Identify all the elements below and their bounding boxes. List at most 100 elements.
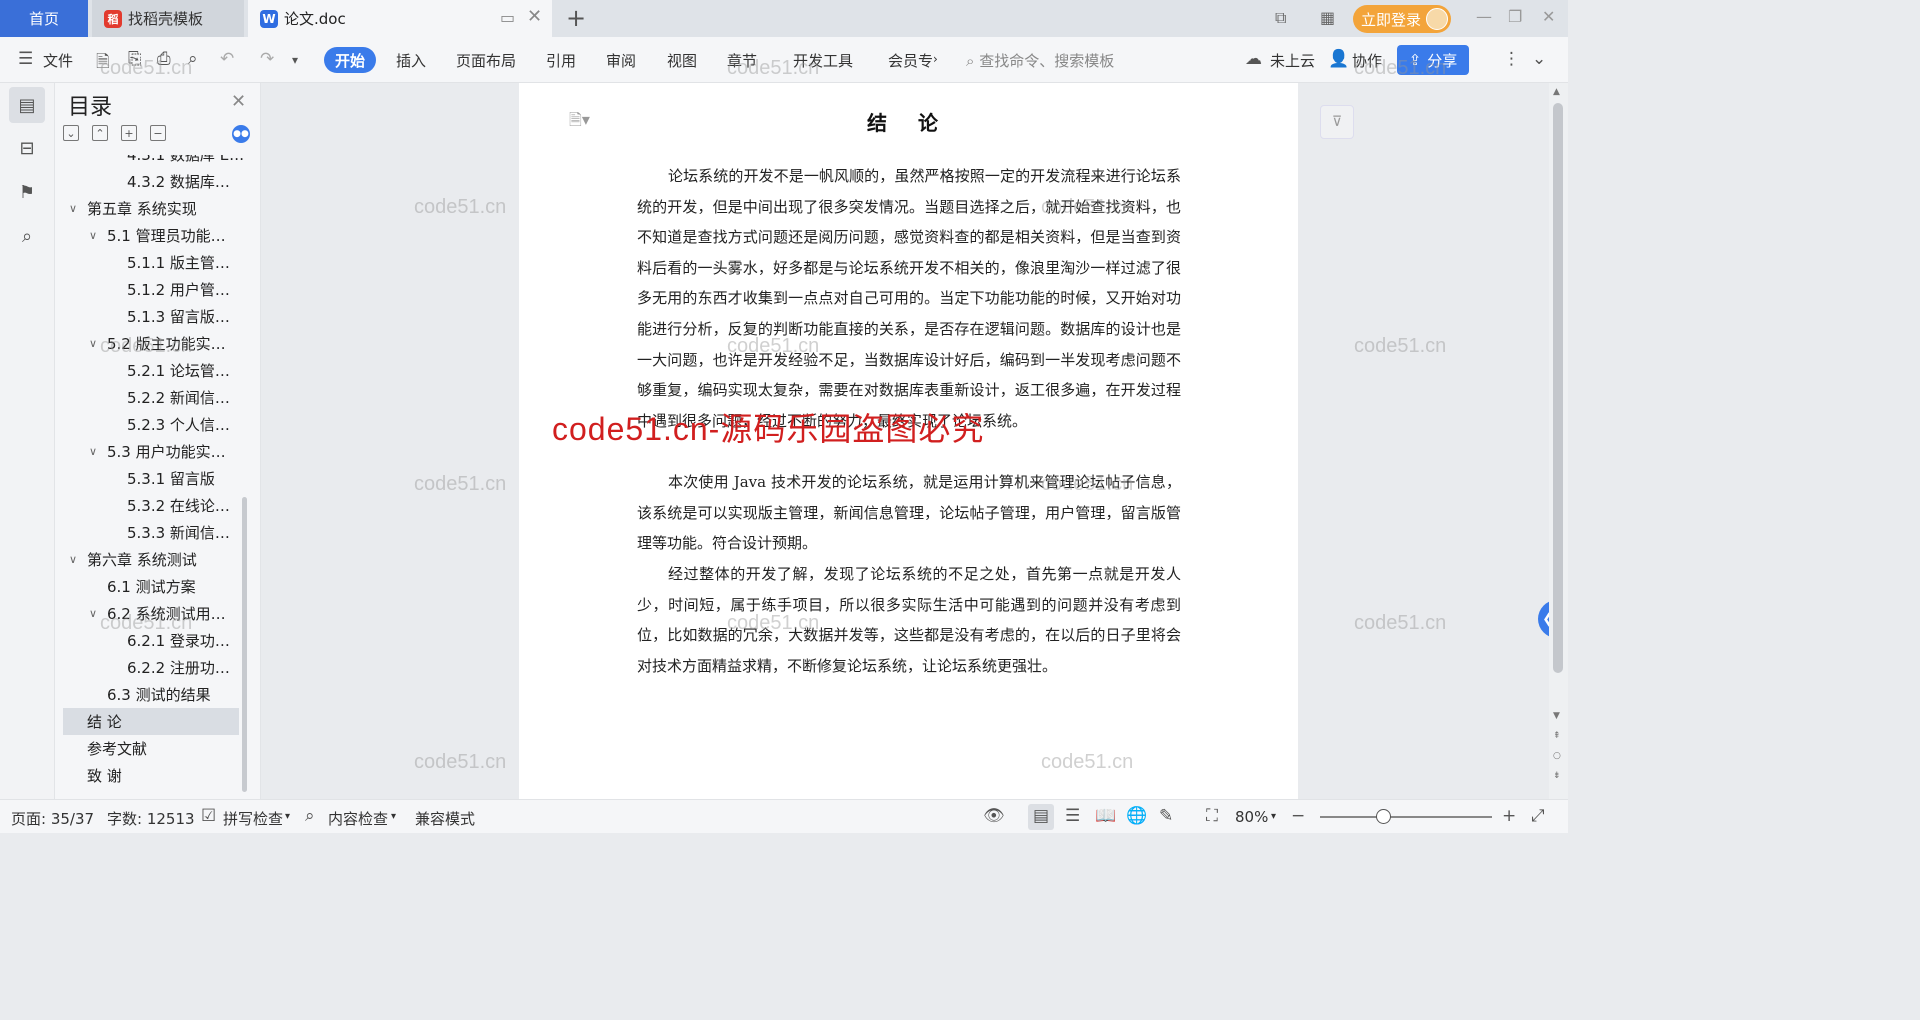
remove-heading-icon[interactable]: −	[150, 125, 166, 141]
toc-item[interactable]: 结 论	[63, 708, 239, 735]
scroll-up-icon[interactable]: ▲	[1553, 87, 1560, 97]
spell-check-button[interactable]: 拼写检查	[223, 808, 283, 829]
zoom-out-icon[interactable]: −	[1291, 806, 1305, 826]
write-mode-icon[interactable]: ✎	[1159, 806, 1173, 826]
page-locate-icon[interactable]: ○	[1553, 751, 1561, 761]
toc-item[interactable]: 5.2.3 个人信…	[55, 411, 230, 438]
toc-item[interactable]: 5.3.1 留言版	[55, 465, 215, 492]
add-heading-icon[interactable]: +	[121, 125, 137, 141]
toc-list: 4.3.1 数据库 E… 4.3.2 数据库… ∨ 第五章 系统实现 ∨ 5.1 管理员功…	[55, 155, 255, 795]
navigation-icon[interactable]: ⊟	[9, 130, 45, 166]
scroll-thumb[interactable]	[1553, 103, 1563, 673]
prev-page-icon[interactable]: ⇞	[1553, 731, 1561, 741]
toc-item[interactable]: ∨ 第五章 系统实现	[55, 195, 197, 222]
window-mode-icon[interactable]: ▭	[500, 8, 515, 27]
layout-icon[interactable]: ⧉	[1275, 8, 1286, 28]
chevron-down-icon[interactable]: ∨	[89, 445, 103, 458]
file-menu[interactable]: 文件	[43, 50, 73, 71]
redo-icon[interactable]: ↷	[260, 49, 274, 69]
close-icon[interactable]: ✕	[231, 91, 246, 112]
watermark-text: code51.cn	[100, 57, 193, 79]
restore-icon[interactable]: ❐	[1508, 7, 1522, 26]
menu-icon[interactable]: ☰	[18, 49, 33, 69]
chevron-down-icon[interactable]: ∨	[89, 229, 103, 242]
zoom-dropdown-icon[interactable]: ▾	[1271, 811, 1276, 822]
watermark-text: code51.cn	[1041, 751, 1134, 773]
fullscreen-icon[interactable]: ⤢	[1531, 806, 1545, 826]
login-button[interactable]: 立即登录	[1353, 5, 1451, 33]
toc-item[interactable]: 6.2.2 注册功…	[55, 654, 230, 681]
zoom-level[interactable]: 80%	[1235, 808, 1268, 826]
scroll-down-icon[interactable]: ▼	[1553, 711, 1560, 721]
toc-item[interactable]: ∨ 第六章 系统测试	[55, 546, 197, 573]
toc-item[interactable]: 5.1.1 版主管…	[55, 249, 230, 276]
expand-all-icon[interactable]: ⌄	[63, 125, 79, 141]
zoom-slider[interactable]	[1320, 816, 1492, 818]
vertical-scrollbar[interactable]: ▲ ▼ ⇞ ○ ⇟	[1549, 83, 1568, 799]
ai-assistant-icon[interactable]: ●●	[232, 125, 250, 143]
toc-item[interactable]: 4.3.1 数据库 E…	[55, 155, 244, 168]
tab-home[interactable]: 首页	[0, 0, 88, 37]
menu-more-chevron-icon[interactable]: ›	[933, 52, 938, 66]
outline-view-icon[interactable]: ☰	[1065, 806, 1080, 826]
menu-start[interactable]: 开始	[324, 47, 376, 73]
find-icon[interactable]: ⌕	[9, 218, 45, 254]
toc-item[interactable]: ∨ 5.1 管理员功能…	[55, 222, 226, 249]
toc-item[interactable]: 6.1 测试方案	[55, 573, 196, 600]
apps-grid-icon[interactable]: ▦	[1320, 8, 1335, 27]
page-indicator[interactable]: 页面: 35/37	[11, 808, 94, 829]
toc-item[interactable]: 5.3.2 在线论…	[55, 492, 230, 519]
toc-item[interactable]: 5.1.2 用户管…	[55, 276, 230, 303]
content-check-button[interactable]: 内容检查	[328, 808, 388, 829]
command-search[interactable]: ⌕ 查找命令、搜索模板	[966, 50, 1114, 71]
toc-scrollbar[interactable]	[242, 497, 247, 792]
cloud-status[interactable]: 未上云	[1270, 50, 1315, 71]
next-page-icon[interactable]: ⇟	[1553, 771, 1561, 781]
close-tab-icon[interactable]: ✕	[527, 6, 542, 27]
toc-item[interactable]: 参考文献	[55, 735, 147, 762]
content-check-dropdown-icon[interactable]: ▾	[391, 811, 396, 822]
zoom-in-icon[interactable]: +	[1502, 806, 1516, 826]
menu-member[interactable]: 会员专	[888, 50, 933, 71]
toc-item[interactable]: 5.3.3 新闻信…	[55, 519, 230, 546]
side-panel-toggle-icon[interactable]: ❮	[1538, 600, 1549, 638]
close-window-icon[interactable]: ✕	[1542, 7, 1555, 26]
toc-item-label: 参考文献	[87, 740, 148, 758]
toc-item[interactable]: ∨ 5.3 用户功能实…	[55, 438, 226, 465]
web-view-icon[interactable]: 🌐	[1126, 806, 1147, 826]
menu-references[interactable]: 引用	[546, 50, 576, 71]
toc-item[interactable]: 5.2.1 论坛管…	[55, 357, 230, 384]
quick-access-dropdown-icon[interactable]: ▾	[292, 53, 298, 67]
minimize-icon[interactable]: —	[1476, 7, 1492, 26]
bookmark-icon[interactable]: ⚑	[9, 174, 45, 210]
menu-review[interactable]: 审阅	[606, 50, 636, 71]
collapse-all-icon[interactable]: ⌃	[92, 125, 108, 141]
watermark-text: code51.cn	[1041, 473, 1134, 495]
menu-insert[interactable]: 插入	[396, 50, 426, 71]
tab-bar: 首页 稻 找稻壳模板 W 论文.doc ▭ ✕ + ⧉ ▦ 立即登录 — ❐ ✕	[0, 0, 1568, 37]
undo-icon[interactable]: ↶	[220, 49, 234, 69]
reading-view-icon[interactable]: 📖	[1095, 806, 1116, 826]
toc-item[interactable]: 致 谢	[55, 762, 122, 789]
eye-protection-icon[interactable]: 👁	[983, 806, 1005, 826]
word-count[interactable]: 字数: 12513	[107, 808, 195, 829]
more-options-icon[interactable]: ⋮	[1503, 49, 1520, 69]
toc-item[interactable]: 4.3.2 数据库…	[55, 168, 230, 195]
menu-view[interactable]: 视图	[667, 50, 697, 71]
chevron-down-icon[interactable]: ∨	[69, 202, 83, 215]
toc-item[interactable]: 5.2.2 新闻信…	[55, 384, 230, 411]
toc-item-label: 5.3 用户功能实…	[107, 443, 226, 461]
toc-item[interactable]: 5.1.3 留言版…	[55, 303, 230, 330]
filter-panel-icon[interactable]: ⊽	[1320, 105, 1354, 139]
toc-item[interactable]: 6.3 测试的结果	[55, 681, 211, 708]
fit-page-icon[interactable]: ⛶	[1206, 806, 1218, 826]
toc-panel-icon[interactable]: ▤	[9, 87, 45, 123]
chevron-down-icon[interactable]: ∨	[69, 553, 83, 566]
page-view-icon[interactable]: ▤	[1033, 806, 1049, 826]
collapse-ribbon-icon[interactable]: ⌄	[1532, 49, 1546, 69]
new-tab-button[interactable]: +	[566, 4, 586, 32]
menu-page-layout[interactable]: 页面布局	[456, 50, 516, 71]
zoom-slider-knob[interactable]	[1376, 809, 1391, 824]
tab-find-template[interactable]: 稻 找稻壳模板	[92, 0, 244, 37]
spell-check-dropdown-icon[interactable]: ▾	[285, 811, 290, 822]
